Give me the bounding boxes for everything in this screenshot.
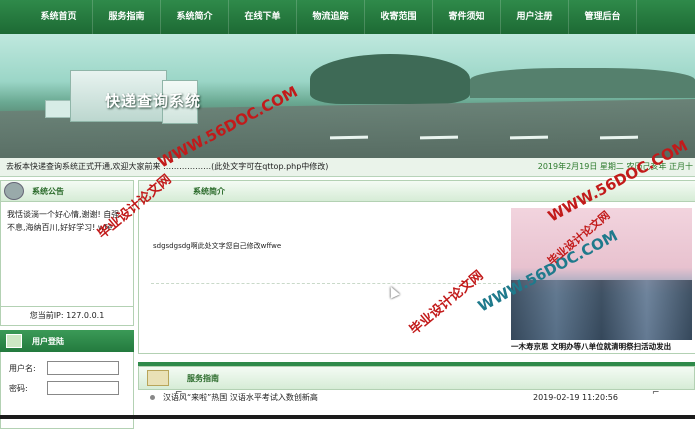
image-caption[interactable]: 一木寿京思 文明办等八单位就清明祭扫活动发出: [511, 341, 695, 352]
username-row: 用户名:: [9, 358, 127, 378]
intro-divider: [151, 283, 501, 284]
intro-icon: [175, 185, 189, 197]
password-label: 密码:: [9, 383, 28, 393]
service-item-date: 2019-02-19 11:20:56: [533, 392, 618, 402]
username-input[interactable]: [47, 361, 119, 375]
service-title: 服务指南: [187, 373, 219, 383]
left-sidebar: 系统公告 我恬谈淌一个好心情,谢谢! 自强不息,海纳百川,好好学习! wfe 您…: [0, 180, 134, 430]
nav-register[interactable]: 用户注册: [501, 0, 569, 34]
nav-service-guide[interactable]: 服务指南: [93, 0, 161, 34]
notice-header: 系统公告: [0, 180, 134, 202]
banner-treeline: [470, 68, 695, 98]
password-row: 密码:: [9, 378, 127, 398]
password-input[interactable]: [47, 381, 119, 395]
nav-online-order[interactable]: 在线下单: [229, 0, 297, 34]
intro-panel: 系统简介 sdgsdgsdg啊此处文字您自己修改wffwe 一木寿京思 文明办等…: [138, 180, 695, 354]
nav-delivery-range[interactable]: 收寄范围: [365, 0, 433, 34]
notice-icon: [4, 182, 24, 200]
scroll-marker-icon: ⌐: [175, 388, 183, 398]
service-guide-panel: 服务指南 汉语风“来啦”热国 汉语水平考试入数创新高 2019-02-19 11…: [138, 362, 695, 430]
distant-truck: [45, 100, 71, 118]
nav-admin[interactable]: 管理后台: [569, 0, 637, 34]
login-header: 用户登陆: [0, 330, 134, 352]
login-icon: [6, 334, 22, 348]
bullet-icon: [150, 394, 155, 400]
main-nav: 系统首页 服务指南 系统简介 在线下单 物流追踪 收寄范围 寄件须知 用户注册 …: [0, 0, 695, 34]
nav-system-intro[interactable]: 系统简介: [161, 0, 229, 34]
notice-body: 我恬谈淌一个好心情,谢谢! 自强不息,海纳百川,好好学习! wfe: [0, 202, 134, 307]
nav-shipping-notes[interactable]: 寄件须知: [433, 0, 501, 34]
banner-title: 快递查询系统: [105, 92, 202, 110]
nav-logistics-tracking[interactable]: 物流追踪: [297, 0, 365, 34]
window-bottom-edge: [0, 415, 695, 419]
intro-text: sdgsdgsdg啊此处文字您自己修改wffwe: [153, 242, 282, 250]
news-image[interactable]: [511, 208, 692, 340]
service-item-title: 汉语风“来啦”热国 汉语水平考试入数创新高: [163, 392, 318, 402]
username-label: 用户名:: [9, 363, 36, 373]
notice-title: 系统公告: [32, 186, 64, 196]
ticker-date: 2019年2月19日 星期二 农历己亥年 正月十: [537, 162, 693, 171]
image-people: [511, 280, 692, 340]
book-icon: [147, 370, 169, 386]
banner-trees: [310, 54, 470, 104]
intro-title: 系统简介: [193, 186, 225, 196]
ticker-text: 去板本快递查询系统正式开通,欢迎大家前来 ………………(此处文字可在qttop.…: [6, 162, 329, 171]
header-banner: 快递查询系统: [0, 34, 695, 158]
scroll-marker-icon: ⌐: [652, 388, 660, 398]
nav-home[interactable]: 系统首页: [25, 0, 93, 34]
announcement-ticker: 去板本快递查询系统正式开通,欢迎大家前来 ………………(此处文字可在qttop.…: [0, 158, 695, 177]
service-list-item[interactable]: 汉语风“来啦”热国 汉语水平考试入数创新高 2019-02-19 11:20:5…: [138, 390, 695, 404]
service-header: 服务指南: [138, 366, 695, 390]
intro-header: 系统简介: [139, 181, 695, 202]
ip-display: 您当前IP: 127.0.0.1: [0, 307, 134, 326]
login-title: 用户登陆: [32, 336, 64, 346]
